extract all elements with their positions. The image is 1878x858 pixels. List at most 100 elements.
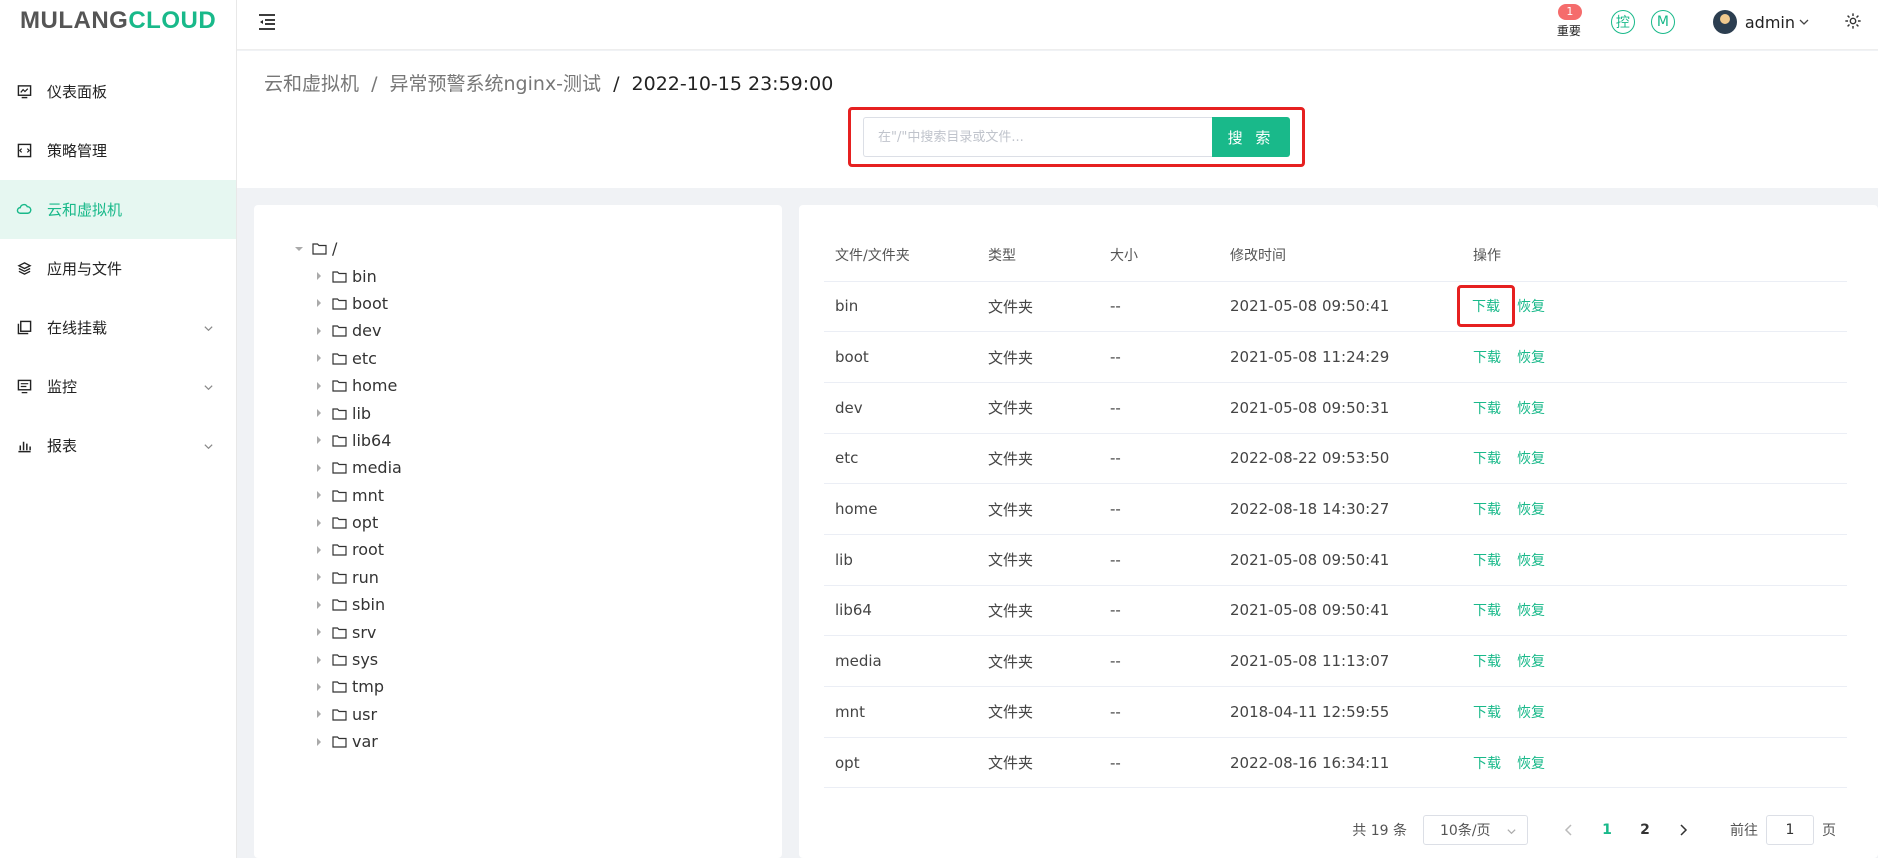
sidebar-item-6[interactable]: 报表 [0, 416, 236, 475]
caret-right-icon[interactable] [312, 491, 326, 500]
tree-node[interactable]: dev [292, 317, 402, 344]
download-button[interactable]: 下载 [1473, 654, 1501, 670]
cell-name[interactable]: lib [824, 534, 977, 586]
cell-name[interactable]: boot [824, 331, 977, 383]
restore-button[interactable]: 恢复 [1517, 553, 1545, 569]
download-button[interactable]: 下载 [1473, 502, 1501, 518]
download-button[interactable]: 下载 [1473, 401, 1501, 417]
breadcrumb-level1[interactable]: 云和虚拟机 [264, 73, 359, 95]
download-button[interactable]: 下载 [1473, 756, 1501, 772]
cell-name[interactable]: opt [824, 737, 977, 789]
notice-important[interactable]: 1 重要 [1549, 3, 1589, 39]
m-button[interactable]: M [1650, 10, 1675, 34]
tree-node-label: sys [352, 650, 379, 670]
caret-right-icon[interactable] [312, 628, 326, 637]
page-2[interactable]: 2 [1631, 822, 1659, 838]
page-size-select[interactable]: 10条/页 [1423, 815, 1528, 845]
tree-node[interactable]: etc [292, 345, 402, 372]
download-button[interactable]: 下载 [1473, 603, 1501, 619]
tree-node[interactable]: lib64 [292, 427, 402, 454]
restore-button[interactable]: 恢复 [1517, 451, 1545, 467]
cell-name[interactable]: dev [824, 382, 977, 434]
breadcrumb-level2[interactable]: 异常预警系统nginx-测试 [390, 73, 602, 95]
restore-button[interactable]: 恢复 [1517, 502, 1545, 518]
restore-button[interactable]: 恢复 [1517, 350, 1545, 366]
cell-name[interactable]: media [824, 635, 977, 687]
folder-icon [332, 461, 347, 474]
tree-node-root[interactable]: / [292, 235, 402, 262]
collapse-menu-icon[interactable] [257, 12, 277, 32]
tree-node[interactable]: srv [292, 618, 402, 645]
gear-icon[interactable] [1844, 12, 1864, 32]
tree-node[interactable]: mnt [292, 482, 402, 509]
caret-right-icon[interactable] [312, 573, 326, 582]
sidebar-item-2[interactable]: 云和虚拟机 [0, 180, 236, 239]
caret-right-icon[interactable] [312, 354, 326, 363]
download-button[interactable]: 下载 [1473, 553, 1501, 569]
caret-right-icon[interactable] [312, 409, 326, 418]
download-button[interactable]: 下载 [1457, 285, 1515, 328]
sidebar-item-1[interactable]: 策略管理 [0, 121, 236, 180]
cell-name[interactable]: bin [824, 281, 977, 333]
tree-node[interactable]: root [292, 536, 402, 563]
caret-right-icon[interactable] [312, 600, 326, 609]
restore-button[interactable]: 恢复 [1517, 401, 1545, 417]
sidebar-item-4[interactable]: 在线挂载 [0, 298, 236, 357]
restore-button[interactable]: 恢复 [1517, 756, 1545, 772]
caret-right-icon[interactable] [312, 682, 326, 691]
cell-name[interactable]: mnt [824, 686, 977, 738]
caret-right-icon[interactable] [312, 381, 326, 390]
cell-name[interactable]: home [824, 483, 977, 535]
tree-node[interactable]: home [292, 372, 402, 399]
search-input[interactable] [863, 117, 1212, 157]
tree-node-label: dev [352, 321, 382, 341]
caret-right-icon[interactable] [312, 518, 326, 527]
tree-node[interactable]: boot [292, 290, 402, 317]
logo[interactable]: MULANG CLOUD [0, 0, 236, 41]
goto-page-input[interactable] [1766, 815, 1814, 845]
prev-page-icon[interactable] [1555, 816, 1583, 844]
control-button[interactable]: 控 [1610, 10, 1635, 34]
tree-node-label: root [352, 540, 385, 560]
caret-right-icon[interactable] [312, 436, 326, 445]
sidebar-item-0[interactable]: 仪表面板 [0, 62, 236, 121]
sidebar-item-3[interactable]: 应用与文件 [0, 239, 236, 298]
caret-down-icon[interactable] [292, 245, 306, 253]
tree-node[interactable]: usr [292, 701, 402, 728]
tree-node[interactable]: lib [292, 399, 402, 426]
tree-node[interactable]: media [292, 454, 402, 481]
search-button[interactable]: 搜 索 [1212, 117, 1290, 157]
tree-node[interactable]: run [292, 564, 402, 591]
download-button[interactable]: 下载 [1473, 350, 1501, 366]
cloud-icon [16, 202, 32, 218]
tree-node[interactable]: var [292, 728, 402, 755]
tree-node[interactable]: sys [292, 646, 402, 673]
folder-icon [332, 352, 347, 365]
cell-name[interactable]: lib64 [824, 585, 977, 637]
user-menu[interactable]: admin [1712, 10, 1810, 34]
caret-right-icon[interactable] [312, 710, 326, 719]
cell-name[interactable]: etc [824, 433, 977, 485]
caret-right-icon[interactable] [312, 655, 326, 664]
caret-right-icon[interactable] [312, 272, 326, 281]
tree-node[interactable]: sbin [292, 591, 402, 618]
next-page-icon[interactable] [1669, 816, 1697, 844]
sidebar-item-5[interactable]: 监控 [0, 357, 236, 416]
caret-right-icon[interactable] [312, 737, 326, 746]
caret-right-icon[interactable] [312, 326, 326, 335]
restore-button[interactable]: 恢复 [1517, 299, 1545, 315]
caret-right-icon[interactable] [312, 545, 326, 554]
page-1[interactable]: 1 [1593, 822, 1621, 838]
restore-button[interactable]: 恢复 [1517, 603, 1545, 619]
tree-node[interactable]: opt [292, 509, 402, 536]
download-button[interactable]: 下载 [1473, 705, 1501, 721]
caret-right-icon[interactable] [312, 463, 326, 472]
cell-type: 文件夹 [977, 281, 1099, 333]
download-button[interactable]: 下载 [1473, 451, 1501, 467]
tree-node[interactable]: tmp [292, 673, 402, 700]
restore-button[interactable]: 恢复 [1517, 705, 1545, 721]
tree-node[interactable]: bin [292, 262, 402, 289]
restore-button[interactable]: 恢复 [1517, 654, 1545, 670]
table-row: etc 文件夹 -- 2022-08-22 09:53:50 下载 恢复 [824, 433, 1847, 485]
caret-right-icon[interactable] [312, 299, 326, 308]
